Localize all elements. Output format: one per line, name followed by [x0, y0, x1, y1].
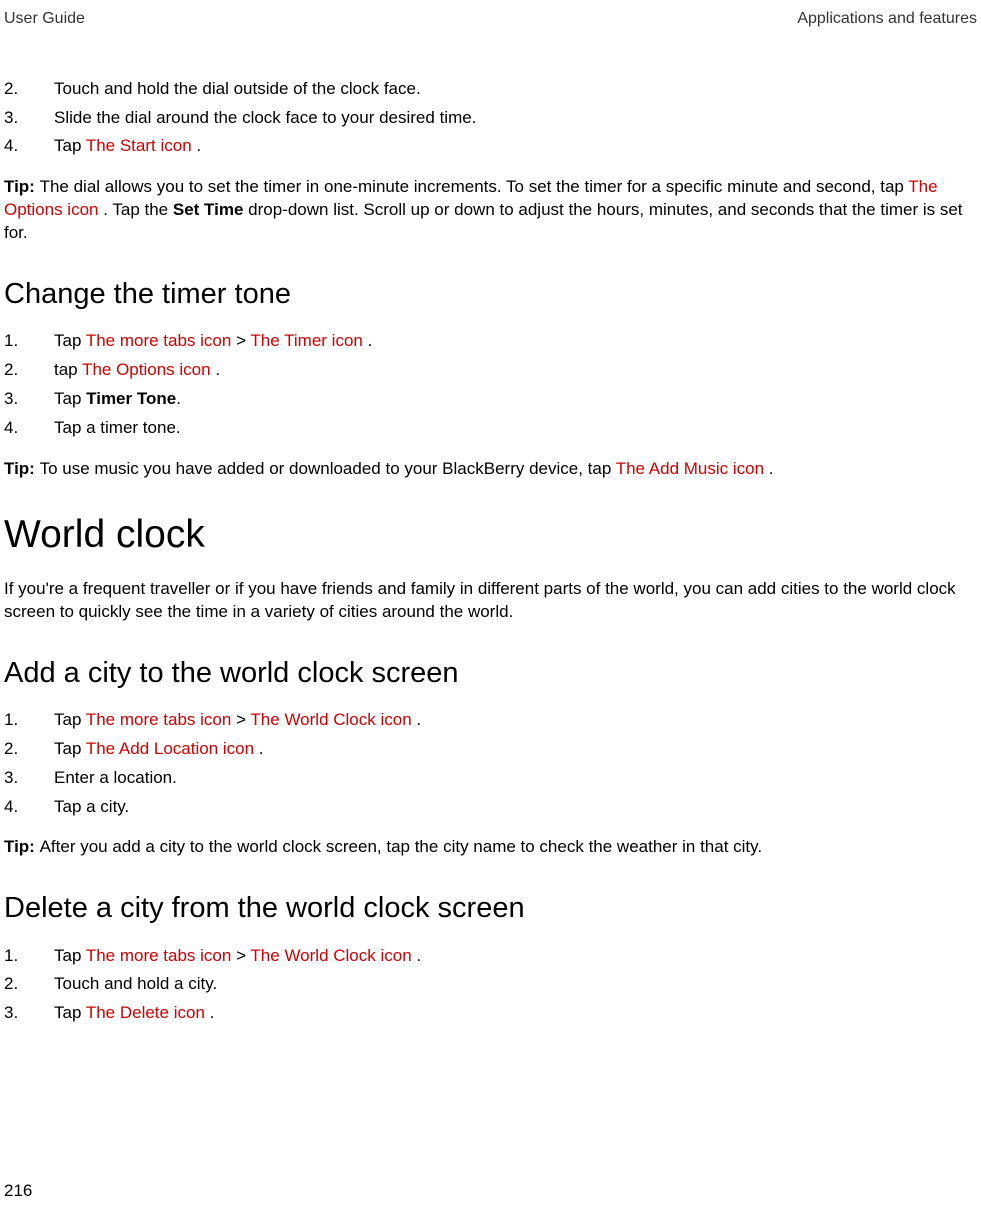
step-text: Touch and hold a city. [54, 973, 977, 996]
tip-text-a: After you add a city to the world clock … [40, 837, 763, 856]
step-text: tap The Options icon . [54, 359, 977, 382]
step-text: Tap The more tabs icon > The World Clock… [54, 945, 977, 968]
timer-tone-label: Timer Tone [86, 389, 176, 408]
step-text-pre: Tap [54, 710, 86, 729]
step-text: Tap a timer tone. [54, 417, 977, 440]
step-number: 3. [4, 1002, 54, 1025]
step-sep: > [236, 946, 250, 965]
step-text: Tap a city. [54, 796, 977, 819]
list-item: 2. Tap The Add Location icon . [4, 738, 977, 761]
timer-icon: The Timer icon [250, 331, 367, 350]
step-number: 2. [4, 973, 54, 996]
step-number: 2. [4, 78, 54, 101]
heading-add-city: Add a city to the world clock screen [4, 654, 977, 693]
tip-paragraph: Tip: To use music you have added or down… [4, 458, 977, 481]
options-icon: The Options icon [82, 360, 215, 379]
set-time-label: Set Time [173, 200, 244, 219]
tip-text-b: . [769, 459, 774, 478]
tip-text-b: . Tap the [103, 200, 173, 219]
step-number: 4. [4, 417, 54, 440]
step-text-post: . [416, 710, 421, 729]
step-text: Tap The more tabs icon > The World Clock… [54, 709, 977, 732]
tip-text-a: The dial allows you to set the timer in … [40, 177, 909, 196]
step-number: 1. [4, 709, 54, 732]
delete-city-steps: 1. Tap The more tabs icon > The World Cl… [4, 945, 977, 1026]
heading-delete-city: Delete a city from the world clock scree… [4, 889, 977, 928]
step-text-pre: Tap [54, 331, 86, 350]
header-right: Applications and features [797, 8, 977, 30]
heading-change-timer-tone: Change the timer tone [4, 275, 977, 314]
world-clock-icon: The World Clock icon [250, 946, 416, 965]
page-header: User Guide Applications and features [4, 8, 977, 30]
list-item: 2. tap The Options icon . [4, 359, 977, 382]
list-item: 4. Tap a timer tone. [4, 417, 977, 440]
step-text-pre: Tap [54, 389, 86, 408]
more-tabs-icon: The more tabs icon [86, 331, 236, 350]
list-item: 1. Tap The more tabs icon > The Timer ic… [4, 330, 977, 353]
timer-steps-continued: 2. Touch and hold the dial outside of th… [4, 78, 977, 159]
step-sep: > [236, 331, 250, 350]
header-left: User Guide [4, 8, 85, 30]
step-text-pre: Tap [54, 739, 86, 758]
page-content: 2. Touch and hold the dial outside of th… [4, 78, 977, 1026]
step-number: 4. [4, 135, 54, 158]
list-item: 4. Tap The Start icon . [4, 135, 977, 158]
step-text-post: . [416, 946, 421, 965]
list-item: 2. Touch and hold the dial outside of th… [4, 78, 977, 101]
delete-icon: The Delete icon [86, 1003, 210, 1022]
more-tabs-icon: The more tabs icon [86, 710, 236, 729]
tip-label: Tip: [4, 837, 40, 856]
step-text-post: . [210, 1003, 215, 1022]
more-tabs-icon: The more tabs icon [86, 946, 236, 965]
tip-paragraph: Tip: The dial allows you to set the time… [4, 176, 977, 245]
list-item: 1. Tap The more tabs icon > The World Cl… [4, 945, 977, 968]
list-item: 3. Slide the dial around the clock face … [4, 107, 977, 130]
step-number: 3. [4, 107, 54, 130]
list-item: 3. Tap Timer Tone. [4, 388, 977, 411]
list-item: 1. Tap The more tabs icon > The World Cl… [4, 709, 977, 732]
change-timer-tone-steps: 1. Tap The more tabs icon > The Timer ic… [4, 330, 977, 440]
list-item: 2. Touch and hold a city. [4, 973, 977, 996]
world-clock-icon: The World Clock icon [250, 710, 416, 729]
step-text-post: . [368, 331, 373, 350]
step-text-pre: Tap [54, 136, 86, 155]
add-city-steps: 1. Tap The more tabs icon > The World Cl… [4, 709, 977, 819]
world-clock-intro: If you're a frequent traveller or if you… [4, 578, 977, 624]
step-text: Tap The Delete icon . [54, 1002, 977, 1025]
step-sep: > [236, 710, 250, 729]
step-number: 2. [4, 738, 54, 761]
heading-world-clock: World clock [4, 509, 977, 562]
step-text-pre: tap [54, 360, 82, 379]
step-number: 2. [4, 359, 54, 382]
step-text: Tap The Add Location icon . [54, 738, 977, 761]
step-text-pre: Tap [54, 946, 86, 965]
start-icon: The Start icon [86, 136, 197, 155]
add-location-icon: The Add Location icon [86, 739, 259, 758]
step-number: 1. [4, 330, 54, 353]
step-text: Slide the dial around the clock face to … [54, 107, 977, 130]
tip-paragraph: Tip: After you add a city to the world c… [4, 836, 977, 859]
step-number: 3. [4, 388, 54, 411]
add-music-icon: The Add Music icon [616, 459, 769, 478]
list-item: 3. Tap The Delete icon . [4, 1002, 977, 1025]
step-text-post: . [259, 739, 264, 758]
step-number: 4. [4, 796, 54, 819]
step-text-post: . [196, 136, 201, 155]
step-text-pre: Tap [54, 1003, 86, 1022]
tip-text-a: To use music you have added or downloade… [40, 459, 616, 478]
step-text: Tap The Start icon . [54, 135, 977, 158]
tip-label: Tip: [4, 459, 40, 478]
list-item: 3. Enter a location. [4, 767, 977, 790]
step-text: Tap Timer Tone. [54, 388, 977, 411]
step-text: Enter a location. [54, 767, 977, 790]
tip-label: Tip: [4, 177, 40, 196]
step-text: Touch and hold the dial outside of the c… [54, 78, 977, 101]
step-number: 3. [4, 767, 54, 790]
list-item: 4. Tap a city. [4, 796, 977, 819]
page-number: 216 [4, 1180, 32, 1203]
step-text-post: . [176, 389, 181, 408]
step-number: 1. [4, 945, 54, 968]
step-text-post: . [215, 360, 220, 379]
step-text: Tap The more tabs icon > The Timer icon … [54, 330, 977, 353]
